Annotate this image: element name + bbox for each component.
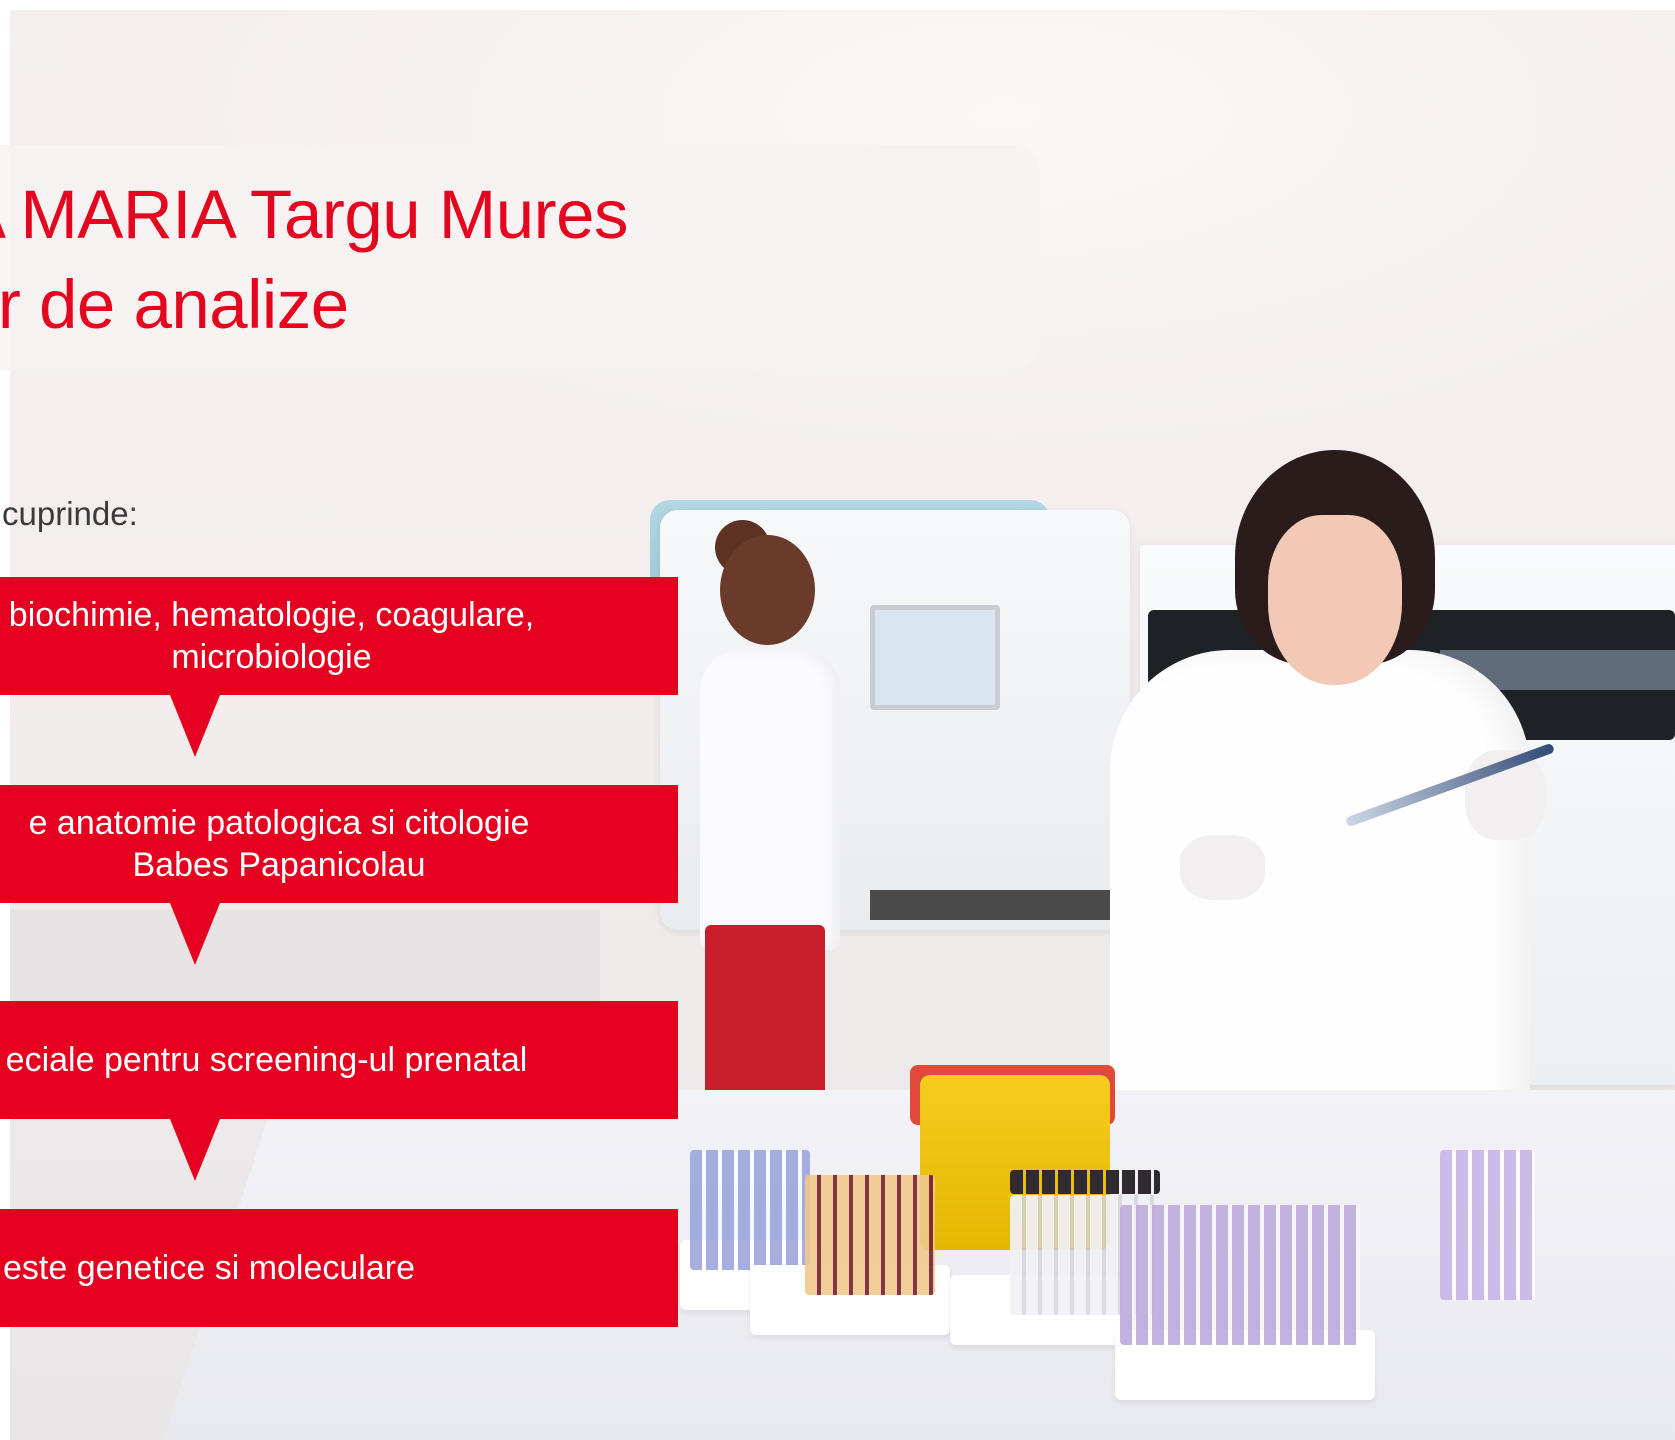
callout-prenatal: eciale pentru screening-ul prenatal	[0, 1001, 678, 1181]
page-title-line-1: A MARIA Targu Mures	[0, 176, 629, 253]
tube-group	[1120, 1205, 1360, 1345]
technician-back-head	[720, 535, 815, 645]
callout-text: biochimie, hematologie, coagulare, micro…	[8, 596, 535, 676]
callout-text: eciale pentru screening-ul prenatal	[5, 1041, 528, 1079]
callout-text: este genetice si moleculare	[2, 1249, 415, 1287]
tube-group	[690, 1150, 810, 1270]
tube-group	[1440, 1150, 1535, 1300]
technician-back-pants	[705, 925, 825, 1115]
callout-pathology: e anatomie patologica si citologie Babes…	[0, 785, 678, 965]
technician-front-face	[1268, 515, 1402, 685]
analyzer-base	[870, 890, 1130, 920]
page-title-line-2: or de analize	[0, 266, 349, 343]
glove-left	[1180, 835, 1265, 900]
tube-caps	[1010, 1170, 1160, 1194]
analyzer-screen	[870, 605, 1000, 710]
callout-biochemistry: biochimie, hematologie, coagulare, micro…	[0, 577, 678, 757]
callout-genetics: este genetice si moleculare	[0, 1209, 678, 1327]
technician-back-coat	[700, 650, 840, 950]
intro-text: cuprinde:	[2, 495, 138, 532]
tube-group	[805, 1175, 935, 1295]
callout-text: e anatomie patologica si citologie Babes…	[28, 804, 530, 884]
